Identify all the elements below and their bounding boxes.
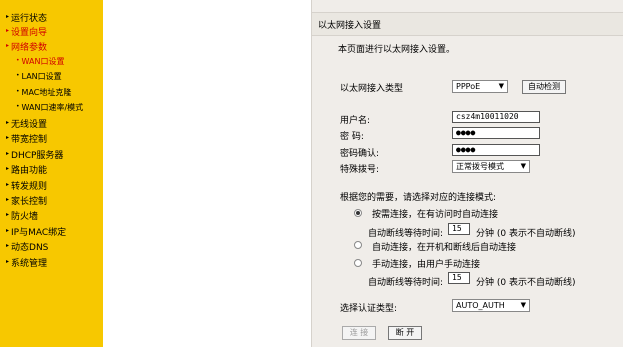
sidebar-item-label: 路由功能 <box>11 165 48 176</box>
sidebar-item-status[interactable]: ▸ 运行状态 <box>6 11 48 24</box>
sidebar-item-label: 转发规则 <box>11 181 48 192</box>
triangle-bullet-icon: ▸ <box>6 27 10 34</box>
disconnect-button[interactable]: 断 开 <box>388 326 422 340</box>
sidebar-item-label: 带宽控制 <box>11 134 48 145</box>
password-confirm-label: 密码确认: <box>340 149 380 159</box>
sidebar-nav: ▸ 运行状态 ▸ 设置向导 ▸ 网络参数 • WAN口设置 • LAN口设置 • MAC地址… <box>0 0 103 347</box>
sidebar-item-forwarding[interactable]: ▸ 转发规则 <box>6 179 48 192</box>
idle-time-input[interactable]: 15 <box>448 223 470 235</box>
triangle-bullet-icon: ▸ <box>6 165 10 172</box>
access-type-label: 以太网接入类型 <box>340 84 404 94</box>
panel-title: 以太网接入设置 <box>318 21 382 31</box>
auth-type-value: AUTO_AUTH <box>456 301 505 310</box>
panel-header: 以太网接入设置 <box>312 12 623 36</box>
sidebar-item-label: IP与MAC绑定 <box>11 227 67 238</box>
sidebar-item-lan[interactable]: • LAN口设置 <box>16 70 62 82</box>
sidebar-item-parental[interactable]: ▸ 家长控制 <box>6 194 48 207</box>
triangle-bullet-icon: ▸ <box>6 13 10 20</box>
sidebar-item-label: WAN口设置 <box>21 56 65 66</box>
triangle-bullet-icon: ▸ <box>6 196 10 203</box>
sidebar-item-label: 无线设置 <box>11 119 48 130</box>
sidebar-item-label: 运行状态 <box>11 13 48 24</box>
chevron-down-icon: ▼ <box>498 82 504 90</box>
sidebar-item-routing[interactable]: ▸ 路由功能 <box>6 163 48 176</box>
sidebar-item-label: 动态DNS <box>11 242 49 253</box>
triangle-bullet-icon: • <box>16 88 20 95</box>
on-demand-label: 按需连接，在有访问时自动连接 <box>372 210 499 220</box>
sidebar-item-label: MAC地址克隆 <box>21 87 72 97</box>
triangle-bullet-icon: ▸ <box>6 242 10 249</box>
chevron-down-icon: ▼ <box>520 162 526 170</box>
sidebar-item-bandwidth[interactable]: ▸ 带宽控制 <box>6 132 48 145</box>
sidebar-item-dhcp[interactable]: ▸ DHCP服务器 <box>6 148 64 161</box>
sidebar-item-wireless[interactable]: ▸ 无线设置 <box>6 117 48 130</box>
password-confirm-input[interactable]: ●●●● <box>452 144 540 156</box>
manual-connect-radio[interactable] <box>354 259 362 267</box>
password-label: 密 码: <box>340 132 364 142</box>
special-dial-select[interactable]: 正常拨号模式 ▼ <box>452 160 530 173</box>
auth-type-label: 选择认证类型: <box>340 304 398 314</box>
sidebar-item-wan-speed[interactable]: • WAN口速率/模式 <box>16 101 83 113</box>
idle-time-suffix: 分钟 (0 表示不自动断线) <box>476 229 576 239</box>
triangle-bullet-icon: ▸ <box>6 119 10 126</box>
triangle-bullet-icon: • <box>16 72 20 79</box>
sidebar-item-system[interactable]: ▸ 系统管理 <box>6 256 48 269</box>
sidebar-item-setup-wizard[interactable]: ▸ 设置向导 <box>6 25 48 38</box>
connect-button[interactable]: 连 接 <box>342 326 376 340</box>
idle-time-input-2[interactable]: 15 <box>448 272 470 284</box>
auto-connect-radio[interactable] <box>354 241 362 249</box>
username-input[interactable]: csz4m10011020 <box>452 111 540 123</box>
sidebar-item-label: 设置向导 <box>11 27 48 38</box>
sidebar-item-wan[interactable]: • WAN口设置 <box>16 55 64 67</box>
triangle-bullet-icon: ▸ <box>6 181 10 188</box>
sidebar-item-label: 系统管理 <box>11 258 48 269</box>
auth-type-select[interactable]: AUTO_AUTH ▼ <box>452 299 530 312</box>
auto-detect-button[interactable]: 自动检测 <box>522 80 566 94</box>
triangle-bullet-icon: ▸ <box>6 258 10 265</box>
sidebar-item-ip-mac[interactable]: ▸ IP与MAC绑定 <box>6 225 67 238</box>
triangle-bullet-icon: ▸ <box>6 227 10 234</box>
triangle-bullet-icon: ▸ <box>6 42 10 49</box>
username-label: 用户名: <box>340 116 371 126</box>
sidebar-item-firewall[interactable]: ▸ 防火墙 <box>6 209 39 222</box>
chevron-down-icon: ▼ <box>520 301 526 309</box>
access-type-value: PPPoE <box>456 82 481 91</box>
on-demand-radio[interactable] <box>354 209 362 217</box>
auto-connect-label: 自动连接，在开机和断线后自动连接 <box>372 243 517 253</box>
idle-time-label-2: 自动断线等待时间: <box>368 278 444 288</box>
password-input[interactable]: ●●●● <box>452 127 540 139</box>
settings-panel: 以太网接入设置 本页面进行以太网接入设置。 以太网接入类型 PPPoE ▼ 自动检… <box>311 0 623 347</box>
sidebar-item-network-params[interactable]: ▸ 网络参数 <box>6 40 48 53</box>
sidebar-item-label: WAN口速率/模式 <box>21 102 84 112</box>
triangle-bullet-icon: ▸ <box>6 211 10 218</box>
blank-gap <box>103 0 311 347</box>
special-dial-label: 特殊拨号: <box>340 165 380 175</box>
sidebar-item-label: LAN口设置 <box>21 71 62 81</box>
sidebar-item-ddns[interactable]: ▸ 动态DNS <box>6 240 49 253</box>
sidebar-item-label: 防火墙 <box>11 211 39 222</box>
mode-prompt: 根据您的需要，请选择对应的连接模式: <box>340 193 497 203</box>
triangle-bullet-icon: • <box>16 57 20 64</box>
sidebar-item-mac-clone[interactable]: • MAC地址克隆 <box>16 86 71 98</box>
idle-time-suffix-2: 分钟 (0 表示不自动断线) <box>476 278 576 288</box>
sidebar-item-label: 家长控制 <box>11 196 48 207</box>
access-type-select[interactable]: PPPoE ▼ <box>452 80 508 93</box>
sidebar-item-label: 网络参数 <box>11 42 48 53</box>
triangle-bullet-icon: • <box>16 103 20 110</box>
intro-text: 本页面进行以太网接入设置。 <box>338 45 456 55</box>
triangle-bullet-icon: ▸ <box>6 134 10 141</box>
special-dial-value: 正常拨号模式 <box>456 162 504 171</box>
manual-connect-label: 手动连接，由用户手动连接 <box>372 260 481 270</box>
idle-time-label: 自动断线等待时间: <box>368 229 444 239</box>
sidebar-item-label: DHCP服务器 <box>11 150 64 161</box>
triangle-bullet-icon: ▸ <box>6 150 10 157</box>
